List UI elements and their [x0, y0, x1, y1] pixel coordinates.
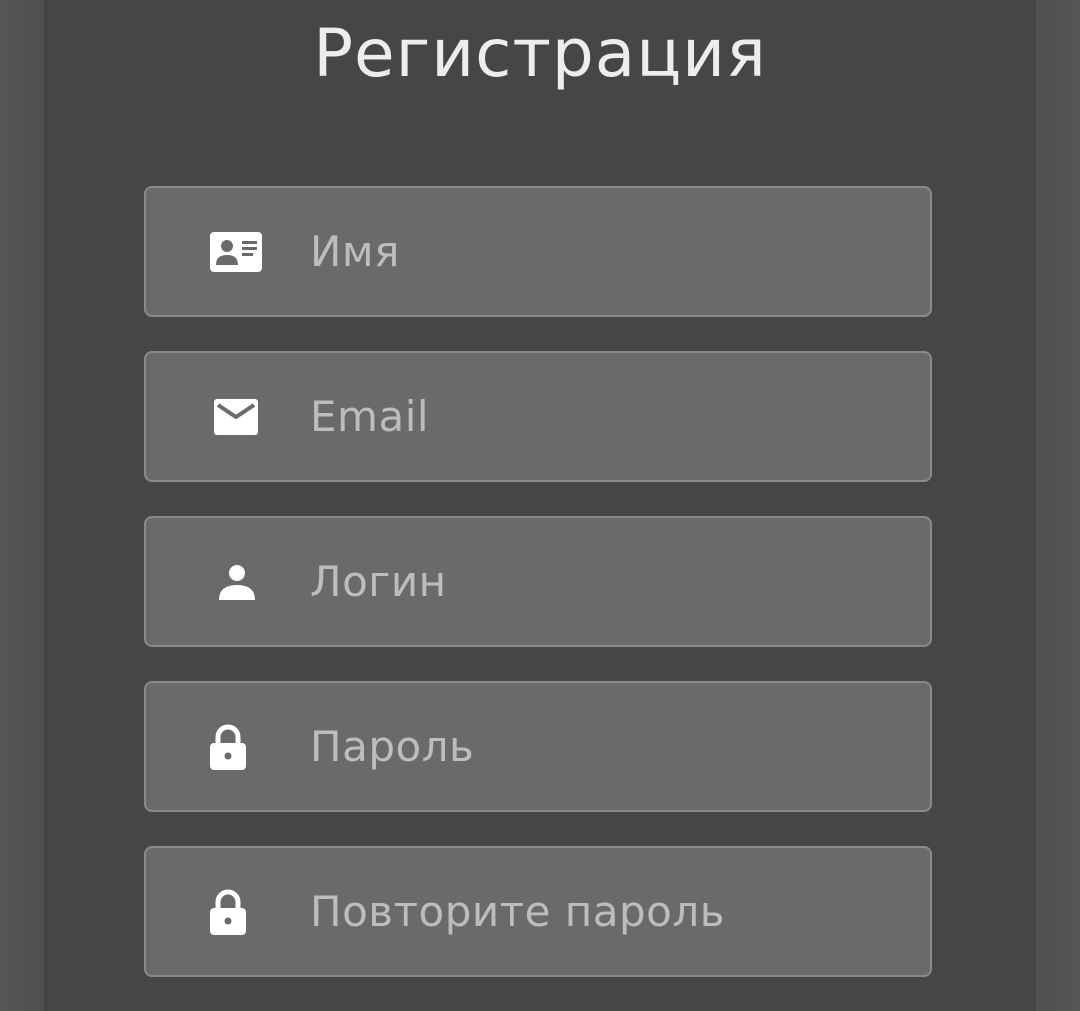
email-field[interactable]: Email [144, 351, 932, 482]
user-icon [218, 564, 256, 600]
password-repeat-field-placeholder: Повторите пароль [310, 887, 725, 936]
password-field-placeholder: Пароль [310, 722, 475, 771]
password-repeat-field[interactable]: Повторите пароль [144, 846, 932, 977]
password-field[interactable]: Пароль [144, 681, 932, 812]
lock-icon [210, 724, 246, 770]
envelope-icon [214, 398, 258, 435]
page-title: Регистрация [313, 15, 767, 92]
id-card-icon [210, 231, 262, 272]
email-field-placeholder: Email [310, 392, 430, 441]
lock-icon [210, 889, 246, 935]
name-field-placeholder: Имя [310, 227, 400, 276]
login-field[interactable]: Логин [144, 516, 932, 647]
login-field-placeholder: Логин [310, 557, 447, 606]
name-field[interactable]: Имя [144, 186, 932, 317]
